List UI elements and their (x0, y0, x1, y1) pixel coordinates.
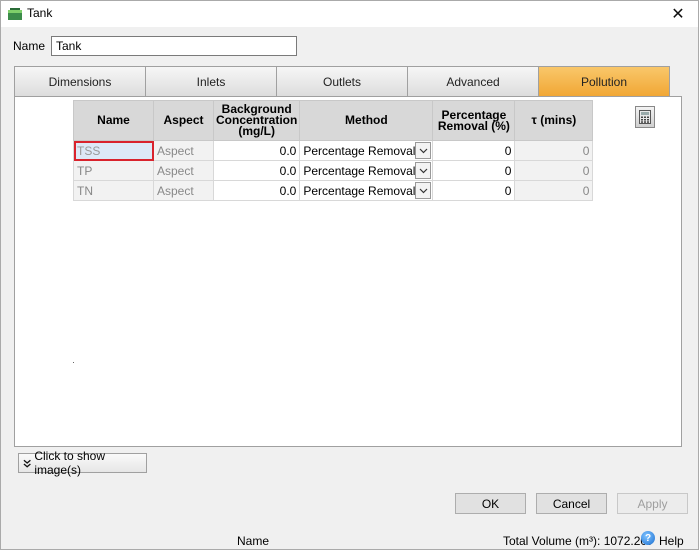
row-background-cell[interactable]: 0.0 (212, 160, 301, 181)
tab-strip: Dimensions Inlets Outlets Advanced Pollu… (14, 66, 670, 96)
window-title: Tank (27, 6, 53, 20)
tank-icon (8, 8, 22, 20)
row-method-cell[interactable]: Percentage Removal (299, 160, 434, 181)
row-tau-cell[interactable]: 0 (514, 140, 594, 161)
grid-header-row: Name Aspect Background Concentration (mg… (73, 100, 594, 141)
help-link[interactable]: Help (659, 534, 684, 548)
column-header-name[interactable]: Name (73, 100, 154, 141)
row-aspect-cell[interactable]: Aspect (153, 140, 214, 161)
method-dropdown-button[interactable] (415, 182, 432, 199)
row-background-cell[interactable]: 0.0 (212, 140, 301, 161)
status-name: Name (237, 534, 270, 548)
row-background-cell[interactable]: 0.0 (212, 180, 301, 201)
title-bar: Tank ✕ (1, 1, 698, 27)
chevron-down-icon (419, 168, 428, 173)
table-row: TP Aspect 0.0 Percentage Removal 0 0 (73, 160, 594, 181)
row-method-cell[interactable]: Percentage Removal (299, 180, 434, 201)
name-label: Name (13, 39, 46, 53)
tab-advanced[interactable]: Advanced (408, 67, 539, 96)
column-header-tau[interactable]: τ (mins) (514, 100, 594, 141)
row-percentage-cell[interactable]: 0 (432, 160, 516, 181)
double-chevron-down-icon (23, 459, 31, 468)
table-row: TN Aspect 0.0 Percentage Removal 0 0 (73, 180, 594, 201)
method-value: Percentage Removal (303, 143, 416, 158)
show-images-label: Click to show image(s) (34, 449, 106, 477)
column-header-method[interactable]: Method (299, 100, 434, 141)
calculator-glyph (639, 110, 651, 124)
row-percentage-cell[interactable]: 0 (432, 180, 516, 201)
close-button[interactable]: ✕ (658, 1, 698, 27)
row-aspect-cell[interactable]: Aspect (153, 180, 214, 201)
tank-dialog: Tank ✕ Name Dimensions Inlets Outlets Ad… (0, 0, 699, 550)
table-row: TSS Aspect 0.0 Percentage Removal 0 0 (73, 140, 594, 161)
stray-dot (73, 362, 74, 363)
pollution-panel: Name Aspect Background Concentration (mg… (14, 96, 682, 447)
column-header-aspect[interactable]: Aspect (153, 100, 214, 141)
row-percentage-cell[interactable]: 0 (432, 140, 516, 161)
method-value: Percentage Removal (303, 163, 416, 178)
ok-button[interactable]: OK (455, 493, 526, 514)
total-volume: Total Volume (m³): 1072.207 (503, 534, 654, 548)
column-header-background-concentration[interactable]: Background Concentration (mg/L) (212, 100, 301, 141)
tab-dimensions[interactable]: Dimensions (15, 67, 146, 96)
row-aspect-cell[interactable]: Aspect (153, 160, 214, 181)
row-tau-cell[interactable]: 0 (514, 180, 594, 201)
chevron-down-icon (419, 148, 428, 153)
calculator-icon[interactable] (635, 106, 655, 128)
chevron-down-icon (419, 188, 428, 193)
row-name-cell[interactable]: TP (73, 160, 154, 181)
column-header-percentage-removal[interactable]: Percentage Removal (%) (432, 100, 516, 141)
close-icon: ✕ (671, 6, 685, 23)
tab-pollution[interactable]: Pollution (539, 67, 669, 96)
tab-outlets[interactable]: Outlets (277, 67, 408, 96)
method-dropdown-button[interactable] (415, 142, 432, 159)
method-dropdown-button[interactable] (415, 162, 432, 179)
tab-inlets[interactable]: Inlets (146, 67, 277, 96)
help-icon[interactable]: ? (641, 531, 655, 545)
method-value: Percentage Removal (303, 183, 416, 198)
name-input[interactable] (51, 36, 297, 56)
row-name-cell[interactable]: TSS (73, 140, 154, 161)
pollution-grid: Name Aspect Background Concentration (mg… (73, 100, 594, 201)
row-tau-cell[interactable]: 0 (514, 160, 594, 181)
cancel-button[interactable]: Cancel (536, 493, 607, 514)
row-name-cell[interactable]: TN (73, 180, 154, 201)
apply-button[interactable]: Apply (617, 493, 688, 514)
show-images-button[interactable]: Click to show image(s) (18, 449, 147, 477)
row-method-cell[interactable]: Percentage Removal (299, 140, 434, 161)
